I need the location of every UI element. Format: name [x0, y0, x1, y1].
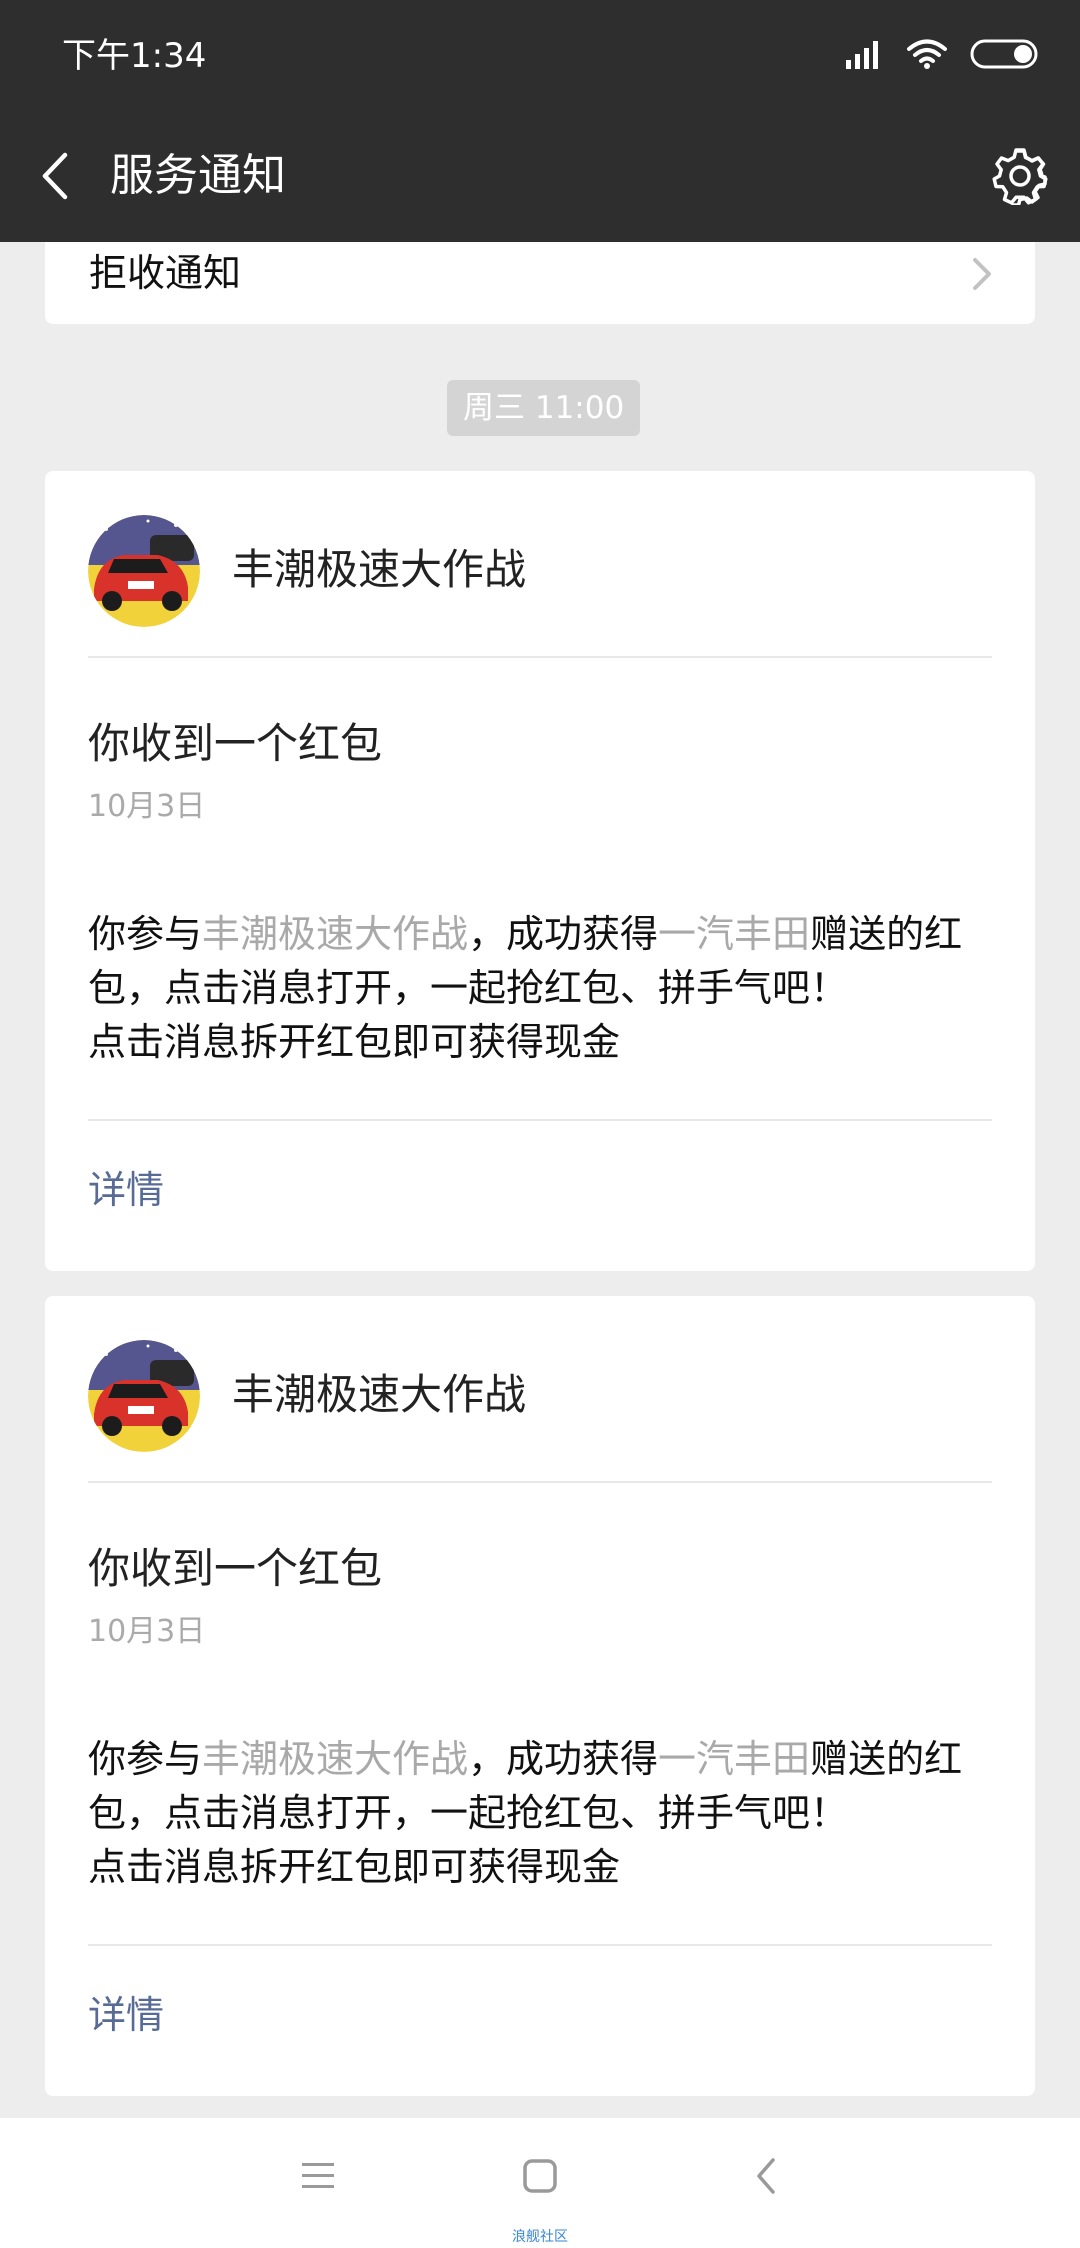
status-time: 下午1:34	[62, 36, 207, 76]
sender-name: 丰潮极速大作战	[232, 1370, 527, 1419]
page-title: 服务通知	[110, 150, 286, 201]
message-body: 你参与丰潮极速大作战，成功获得一汽丰田赠送的红包，点击消息打开，一起抢红包、拼手…	[88, 907, 998, 1069]
avatar	[88, 515, 200, 627]
details-link[interactable]: 详情	[88, 1165, 164, 1215]
body-text-line2: 点击消息拆开红包即可获得现金	[88, 1020, 621, 1064]
status-bar: 下午1:34	[0, 0, 1080, 110]
back-icon	[37, 151, 71, 205]
gear-icon	[991, 147, 1049, 209]
settings-button[interactable]	[986, 144, 1054, 212]
body-text: 你参与	[88, 912, 203, 956]
message-title: 你收到一个红包	[88, 719, 383, 768]
system-back-button[interactable]	[736, 2148, 796, 2208]
divider	[88, 1119, 992, 1121]
recent-apps-button[interactable]	[288, 2148, 348, 2208]
body-highlight-activity: 丰潮极速大作战	[202, 1737, 469, 1781]
navigation-bar: 浪舰社区	[0, 2118, 1080, 2248]
signal-icon	[844, 38, 884, 74]
back-icon	[749, 2156, 783, 2200]
home-button[interactable]	[510, 2148, 570, 2208]
title-bar: 服务通知	[0, 110, 1080, 242]
divider	[88, 1944, 992, 1946]
message-title: 你收到一个红包	[88, 1544, 383, 1593]
battery-icon	[970, 38, 1038, 74]
details-link[interactable]: 详情	[88, 1990, 164, 2040]
status-icons	[844, 36, 1038, 76]
reject-notification-label: 拒收通知	[89, 251, 242, 295]
notification-card[interactable]: 丰潮极速大作战 你收到一个红包 10月3日 你参与丰潮极速大作战，成功获得一汽丰…	[45, 471, 1035, 1271]
watermark: 浪舰社区	[512, 2229, 568, 2245]
body-text: ，成功获得	[468, 1737, 659, 1781]
notification-list[interactable]: 拒收通知 周三 11:00 丰潮极速大作战 你收到一个红包 10月3日 你参与丰…	[0, 242, 1080, 2118]
back-button[interactable]	[22, 146, 86, 210]
reject-notification-row[interactable]: 拒收通知	[45, 242, 1035, 324]
chevron-right-icon	[967, 254, 997, 294]
message-body: 你参与丰潮极速大作战，成功获得一汽丰田赠送的红包，点击消息打开，一起抢红包、拼手…	[88, 1732, 998, 1894]
wifi-icon	[906, 38, 948, 74]
body-text-line2: 点击消息拆开红包即可获得现金	[88, 1845, 621, 1889]
message-date: 10月3日	[88, 1614, 206, 1649]
time-separator: 周三 11:00	[447, 380, 641, 436]
body-highlight-sponsor: 一汽丰田	[658, 912, 811, 956]
body-highlight-activity: 丰潮极速大作战	[202, 912, 469, 956]
sender-name: 丰潮极速大作战	[232, 545, 527, 594]
divider	[88, 1481, 992, 1483]
body-highlight-sponsor: 一汽丰田	[658, 1737, 811, 1781]
avatar	[88, 1340, 200, 1452]
body-text: ，成功获得	[468, 912, 659, 956]
notification-card[interactable]: 丰潮极速大作战 你收到一个红包 10月3日 你参与丰潮极速大作战，成功获得一汽丰…	[45, 1296, 1035, 2096]
home-icon	[520, 2156, 560, 2200]
divider	[88, 656, 992, 658]
menu-icon	[298, 2159, 338, 2197]
body-text: 你参与	[88, 1737, 203, 1781]
message-date: 10月3日	[88, 789, 206, 824]
